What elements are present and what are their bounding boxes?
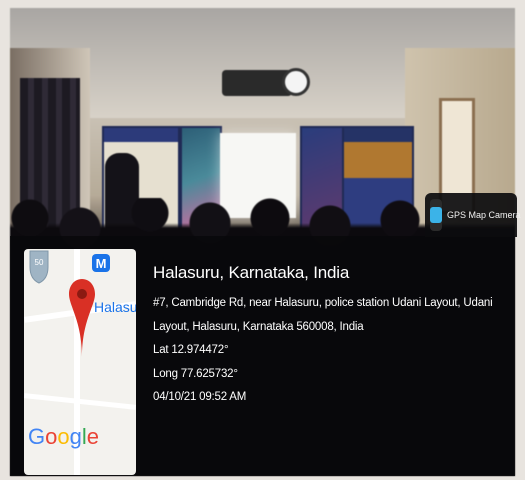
svg-text:50: 50: [35, 258, 44, 267]
google-logo-letter: o: [57, 424, 70, 449]
latitude-text: Lat 12.974472°: [153, 344, 229, 356]
location-pin-icon: [69, 279, 95, 357]
app-badge-label: GPS Map Camera: [447, 210, 521, 220]
google-logo: Google: [28, 424, 99, 450]
projector-lens: [282, 68, 310, 96]
google-logo-letter: e: [86, 424, 100, 449]
timestamp-text: 04/10/21 09:52 AM: [153, 391, 247, 403]
gps-map-camera-badge: GPS Map Camera: [425, 193, 521, 237]
address-line-1: #7, Cambridge Rd, near Halasuru, police …: [153, 297, 493, 309]
map-thumbnail[interactable]: 50 M Halasu Google: [24, 249, 136, 475]
map-road: [24, 393, 136, 410]
map-place-label: Halasu: [94, 299, 136, 315]
location-title: Halasuru, Karnataka, India: [153, 263, 350, 282]
highway-shield-icon: 50: [29, 250, 49, 284]
longitude-text: Long 77.625732°: [153, 367, 238, 380]
address-line-2: Layout, Halasuru, Karnataka 560008, Indi…: [153, 320, 364, 333]
google-logo-letter: g: [69, 424, 82, 449]
location-details: Halasuru, Karnataka, India #7, Cambridge…: [153, 262, 513, 410]
google-logo-letter: o: [45, 424, 58, 449]
google-logo-letter: G: [28, 424, 46, 449]
metro-station-icon: M: [92, 254, 110, 272]
gps-map-camera-app-icon: [430, 199, 442, 231]
